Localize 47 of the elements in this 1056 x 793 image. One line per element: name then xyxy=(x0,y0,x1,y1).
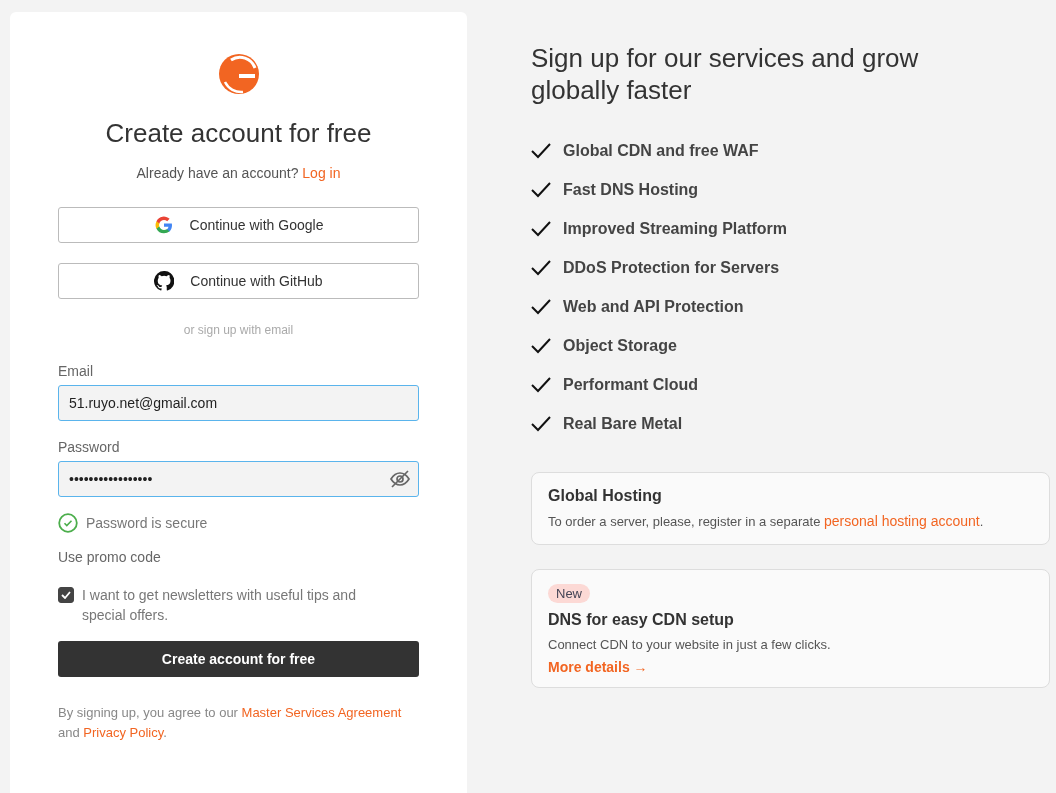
create-account-button[interactable]: Create account for free xyxy=(58,641,419,677)
feature-item: Web and API Protection xyxy=(563,297,744,316)
link[interactable]: personal hosting account xyxy=(824,513,980,529)
feature-item: Improved Streaming Platform xyxy=(563,219,788,238)
checkmark-icon xyxy=(531,259,551,276)
check-circle-icon xyxy=(58,513,78,533)
link[interactable]: Log in xyxy=(302,165,341,181)
checkmark-icon xyxy=(531,220,551,237)
logo-icon xyxy=(216,52,261,96)
feature-item: Object Storage xyxy=(563,336,677,355)
google-signin-button[interactable]: Continue with Google xyxy=(58,207,419,243)
github-logo-icon xyxy=(154,271,175,291)
card-text: Connect CDN to your website in just a few clicks. xyxy=(548,636,831,654)
form-title: Create account for free xyxy=(104,118,373,149)
checkmark-icon xyxy=(531,415,551,432)
link[interactable]: Master Services Agreement xyxy=(241,705,402,720)
password-status: Password is secure xyxy=(86,515,208,531)
card-text: To order a server, please, register in a separate personal hosting account. xyxy=(548,512,984,531)
divider-text: or sign up with email xyxy=(183,323,294,337)
card-title: Global Hosting xyxy=(548,487,662,505)
email-field[interactable]: 51.ruyo.net@gmail.com xyxy=(58,385,419,421)
new-badge: New xyxy=(548,584,590,603)
promo-heading: Sign up for our services and grow globally faster xyxy=(531,42,920,106)
feature-item: DDoS Protection for Servers xyxy=(563,258,780,277)
terms-text: By signing up, you agree to our Master Services Agreement and Privacy Policy. xyxy=(58,704,403,742)
feature-item: Global CDN and free WAF xyxy=(563,141,759,160)
more-details-link[interactable]: More details → xyxy=(548,659,648,675)
newsletter-checkbox[interactable] xyxy=(58,587,74,603)
feature-item: Performant Cloud xyxy=(563,375,699,394)
checkmark-icon xyxy=(61,591,71,599)
password-field[interactable]: ••••••••••••••••• xyxy=(58,461,419,497)
feature-item: Fast DNS Hosting xyxy=(563,180,699,199)
checkmark-icon xyxy=(531,376,551,393)
eye-slash-icon[interactable] xyxy=(389,469,411,489)
field-label: Password xyxy=(58,439,120,455)
github-signin-button[interactable]: Continue with GitHub xyxy=(58,263,419,299)
checkmark-icon xyxy=(531,337,551,354)
field-label: Email xyxy=(58,363,93,379)
feature-item: Real Bare Metal xyxy=(563,414,683,433)
checkmark-icon xyxy=(531,142,551,159)
checkmark-icon xyxy=(531,181,551,198)
promo-code-link[interactable]: Use promo code xyxy=(58,549,161,565)
card-title: DNS for easy CDN setup xyxy=(548,611,734,629)
google-logo-icon xyxy=(153,215,174,235)
checkbox-label: I want to get newsletters with useful tips and special offers. xyxy=(82,586,357,625)
login-prompt: Already have an account? Log in xyxy=(136,165,341,181)
checkmark-icon xyxy=(531,298,551,315)
